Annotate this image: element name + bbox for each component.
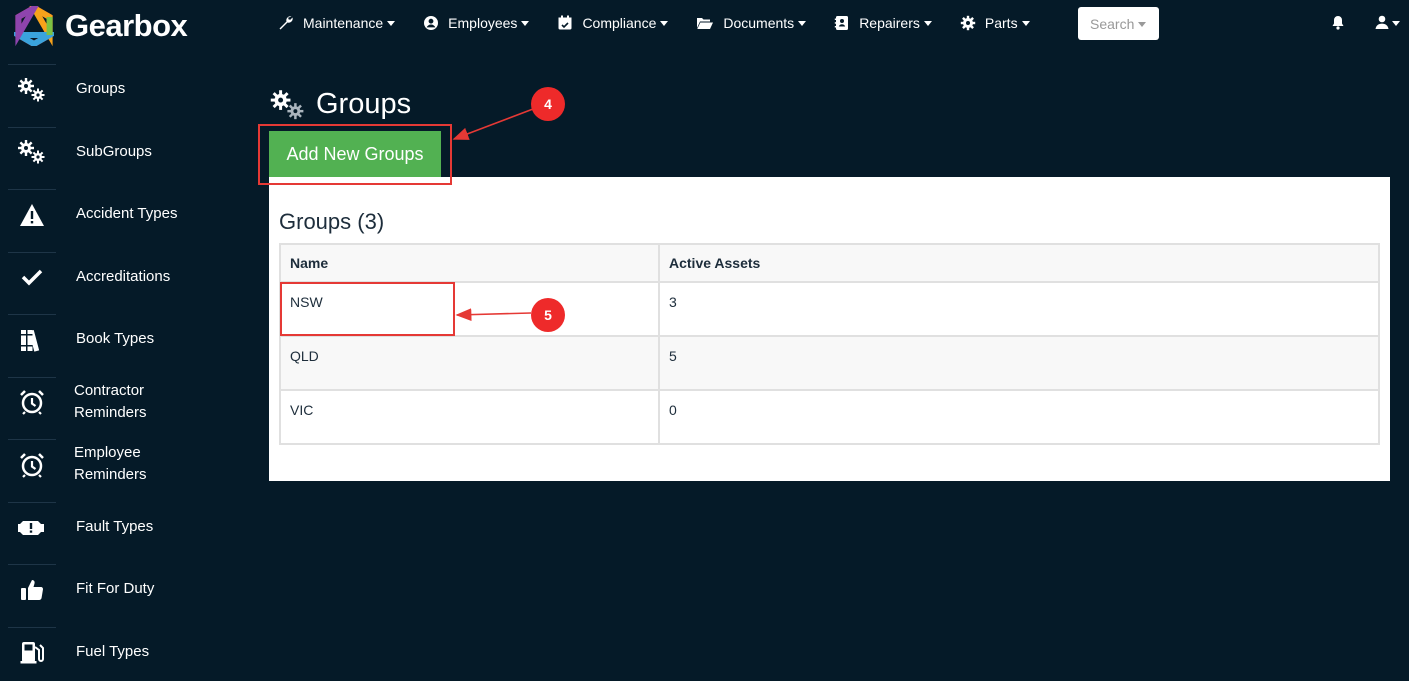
sidebar-item-contractor-reminders[interactable]: Contractor Reminders <box>0 371 225 434</box>
folder-open-icon <box>697 18 714 29</box>
brand-name: Gearbox <box>65 8 188 43</box>
caret-down-icon <box>798 21 807 26</box>
sidebar-item-label-line2: Reminders <box>74 403 147 421</box>
user-menu[interactable] <box>1375 15 1400 30</box>
nav-parts[interactable]: Parts <box>960 15 1030 31</box>
caret-down-icon <box>1392 20 1400 26</box>
active-assets-cell: 0 <box>658 389 1380 445</box>
caret-down-icon <box>660 21 669 26</box>
brand[interactable]: Gearbox <box>14 6 188 46</box>
sidebar-item-label-line1: Employee <box>74 444 141 462</box>
alarm-clock-icon <box>8 439 56 489</box>
sidebar-item-label: Fault Types <box>76 517 154 535</box>
sidebar-item-subgroups[interactable]: SubGroups <box>0 121 225 184</box>
check-icon <box>8 251 56 302</box>
sidebar-item-accident-types[interactable]: Accident Types <box>0 183 225 246</box>
active-assets-cell: 5 <box>658 335 1380 391</box>
group-name-cell[interactable]: VIC <box>279 389 660 445</box>
sidebar-item-label: SubGroups <box>76 142 152 160</box>
nav-repairers-label: Repairers <box>859 15 920 31</box>
warning-icon <box>8 189 56 239</box>
nav-repairers[interactable]: Repairers <box>834 15 932 31</box>
sidebar-item-groups[interactable]: Groups <box>0 58 225 121</box>
sidebar-item-label: Groups <box>76 80 126 98</box>
group-name-cell[interactable]: QLD <box>279 335 660 391</box>
groups-table: Name Active Assets NSW 3 QLD 5 VIC 0 <box>279 243 1380 445</box>
active-assets-cell: 3 <box>658 281 1380 337</box>
annotation-highlight-add-button <box>258 124 452 185</box>
annotation-badge-5: 5 <box>531 298 565 332</box>
page-title: Groups <box>268 88 411 121</box>
cogs-icon <box>270 89 304 119</box>
nav-maintenance[interactable]: Maintenance <box>278 15 396 31</box>
sidebar-item-label: Accreditations <box>76 267 171 285</box>
caret-down-icon <box>1021 21 1030 26</box>
sidebar-item-label: Book Types <box>76 330 155 348</box>
sidebar-item-label: Contractor Reminders <box>74 380 147 424</box>
sidebar-item-fuel-types[interactable]: Fuel Types <box>0 621 225 681</box>
thumbs-up-icon <box>8 564 56 614</box>
top-navbar: Gearbox Maintenance Employees Compliance… <box>0 0 1409 46</box>
caret-down-icon <box>387 21 396 26</box>
sidebar-item-employee-reminders[interactable]: Employee Reminders <box>0 433 225 496</box>
main-nav: Maintenance Employees Compliance Documen… <box>278 0 1058 46</box>
user-circle-icon <box>424 16 439 30</box>
nav-compliance-label: Compliance <box>582 15 657 31</box>
nav-employees-label: Employees <box>448 15 518 31</box>
annotation-highlight-nsw-row <box>280 282 455 336</box>
gas-pump-icon <box>8 626 56 677</box>
nav-employees[interactable]: Employees <box>423 15 530 31</box>
alarm-clock-icon <box>8 376 56 427</box>
caret-down-icon <box>1138 21 1147 27</box>
sidebar-item-book-types[interactable]: Book Types <box>0 308 225 371</box>
table-header-row: Name Active Assets <box>279 243 1380 283</box>
cogs-icon <box>8 126 56 177</box>
caret-down-icon <box>923 21 932 26</box>
sidebar-item-label: Fit For Duty <box>76 580 155 598</box>
sidebar: Groups SubGroups Accident Types Accredit… <box>0 58 225 681</box>
sidebar-item-fit-for-duty[interactable]: Fit For Duty <box>0 558 225 621</box>
sidebar-item-label: Accident Types <box>76 205 178 223</box>
column-header-name[interactable]: Name <box>279 243 660 283</box>
sidebar-item-label: Employee Reminders <box>74 442 147 486</box>
sidebar-item-fault-types[interactable]: Fault Types <box>0 496 225 559</box>
nav-compliance[interactable]: Compliance <box>557 15 669 31</box>
nav-documents[interactable]: Documents <box>696 15 807 31</box>
sidebar-item-label: Fuel Types <box>76 642 150 660</box>
page-title-text: Groups <box>316 88 412 120</box>
sidebar-item-accreditations[interactable]: Accreditations <box>0 246 225 309</box>
sidebar-item-label-line2: Reminders <box>74 466 147 484</box>
annotation-badge-4: 4 <box>531 87 565 121</box>
table-row[interactable]: VIC 0 <box>279 389 1380 445</box>
search-label: Search <box>1090 15 1135 32</box>
nav-parts-label: Parts <box>984 15 1018 31</box>
engine-warning-icon <box>8 501 56 552</box>
bell-icon[interactable] <box>1331 15 1345 30</box>
cogs-icon <box>8 64 56 114</box>
nav-maintenance-label: Maintenance <box>303 15 384 31</box>
caret-down-icon <box>521 21 530 26</box>
wrench-icon <box>279 16 293 30</box>
column-header-active-assets[interactable]: Active Assets <box>658 243 1380 283</box>
search-dropdown[interactable]: Search <box>1078 7 1159 40</box>
gear-icon <box>960 15 976 31</box>
address-book-icon <box>834 16 849 30</box>
user-icon <box>1375 15 1389 29</box>
calendar-check-icon <box>558 15 572 30</box>
sidebar-item-label-line1: Contractor <box>74 381 145 399</box>
table-row[interactable]: QLD 5 <box>279 335 1380 391</box>
books-icon <box>8 314 56 364</box>
annotation-arrow-4 <box>452 108 534 140</box>
panel-title: Groups (3) <box>279 209 385 234</box>
nav-documents-label: Documents <box>723 15 795 31</box>
gearbox-logo-icon <box>14 6 54 46</box>
